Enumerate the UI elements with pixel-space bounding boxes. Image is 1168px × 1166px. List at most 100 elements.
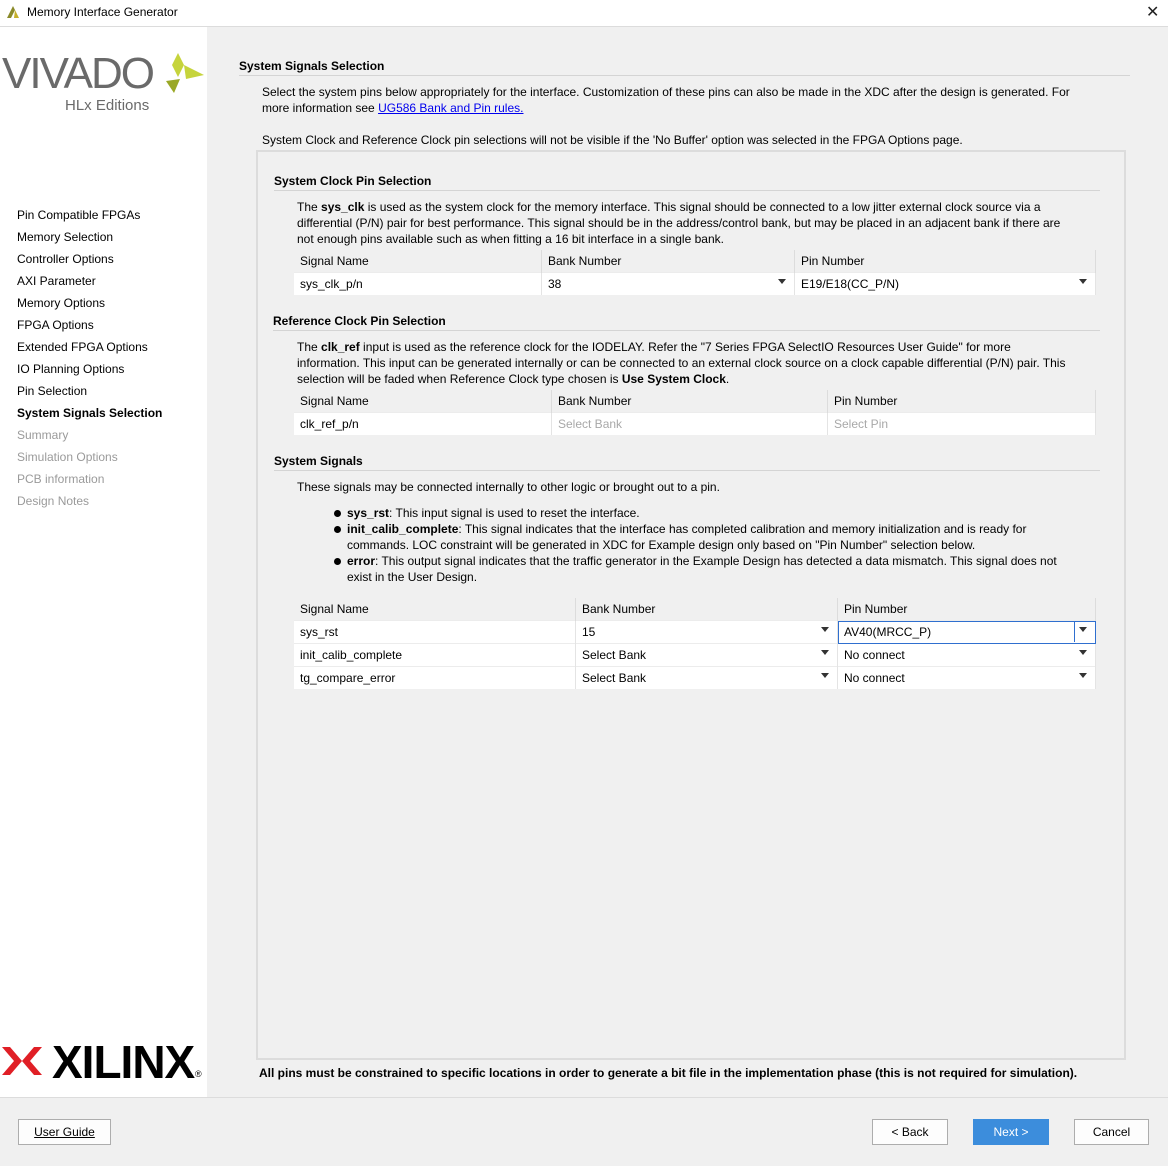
sidebar-item[interactable]: Pin Selection [17,384,87,398]
text: : This signal indicates that the interfa… [458,522,1027,536]
column-header: Signal Name [294,598,576,621]
intro-line-2: more information see [262,101,379,115]
pin-number-dropdown[interactable]: No connect [837,643,1096,667]
use-system-clock-term: Use System Clock [621,372,726,386]
sidebar: VIVADO HLx Editions Pin Compatible FPGAs… [0,27,207,1097]
sidebar-item: PCB information [17,472,105,486]
text: : This output signal indicates that the … [375,554,1057,568]
intro-line-1: Select the system pins below appropriate… [262,85,1070,99]
pin-number-dropdown[interactable]: E19/E18(CC_P/N) [794,272,1096,295]
table-header: Signal Name Bank Number Pin Number [294,250,1096,273]
user-guide-button[interactable]: User Guide [18,1119,111,1145]
pin-value: AV40(MRCC_P) [844,625,932,639]
text: differential (P/N) pair for best perform… [297,216,1061,230]
button-label: User Guide [34,1125,95,1139]
ref-clock-heading: Reference Clock Pin Selection [273,314,446,328]
pin-number-dropdown[interactable]: AV40(MRCC_P) [837,620,1096,644]
signal-term: init_calib_complete [347,522,459,536]
chevron-down-icon [821,627,829,632]
signal-bullet-list: sys_rst: This input signal is used to re… [334,505,1094,585]
bank-number-dropdown[interactable]: 38 [541,272,795,295]
signal-name-cell: sys_rst [294,620,576,644]
xilinx-x-icon [2,1047,42,1075]
text: The [297,340,322,354]
pin-value: E19/E18(CC_P/N) [801,277,900,291]
bank-number-dropdown: Select Bank [551,412,828,435]
list-item: init_calib_complete: This signal indicat… [334,521,1094,553]
xilinx-wordmark: XILINX [52,1036,195,1088]
bank-value: 38 [548,277,562,291]
sidebar-item[interactable]: Memory Selection [17,230,113,244]
divider [273,330,1100,331]
text: is used as the system clock for the memo… [364,200,1041,214]
close-icon[interactable]: ✕ [1146,2,1159,22]
xilinx-logo: XILINX ® [2,1036,207,1088]
sys-clock-heading: System Clock Pin Selection [274,174,432,188]
registered-mark-icon: ® [195,1069,202,1079]
bullet-icon [334,526,341,533]
bullet-icon [334,510,341,517]
hlx-editions-label: HLx Editions [65,97,150,114]
chevron-down-icon [821,673,829,678]
vivado-leaf-icon [166,53,204,93]
signal-term: sys_rst [347,506,390,520]
text: . [725,372,730,386]
cancel-button[interactable]: Cancel [1074,1119,1149,1145]
bank-value: Select Bank [582,671,647,685]
sys-clk-term: sys_clk [321,200,365,214]
text: : This input signal is used to reset the… [389,506,640,520]
chevron-down-icon [1079,650,1087,655]
sidebar-item[interactable]: Extended FPGA Options [17,340,148,354]
next-button[interactable]: Next > [973,1119,1049,1145]
column-header: Pin Number [827,390,1096,413]
text: information. This input can be generated… [297,356,1066,370]
bank-number-dropdown[interactable]: Select Bank [575,643,838,667]
ref-clock-description: The clk_ref input is used as the referen… [297,339,1097,387]
sidebar-item[interactable]: FPGA Options [17,318,94,332]
table-row: sys_rst 15 AV40(MRCC_P) [294,620,1096,644]
chevron-down-icon [821,650,829,655]
bank-value: 15 [582,625,596,639]
vivado-logo: VIVADO HLx Editions [2,49,207,119]
system-signals-table: Signal Name Bank Number Pin Number sys_r… [294,598,1096,689]
sidebar-item[interactable]: Pin Compatible FPGAs [17,208,140,222]
ug586-link[interactable]: UG586 Bank and Pin rules. [378,101,523,115]
sidebar-item[interactable]: IO Planning Options [17,362,124,376]
sys-clock-table: Signal Name Bank Number Pin Number sys_c… [294,250,1096,295]
table-row: clk_ref_p/n Select Bank Select Pin [294,412,1096,435]
sidebar-item[interactable]: Memory Options [17,296,105,310]
signal-name-cell: clk_ref_p/n [294,412,552,435]
button-label: Next > [993,1125,1029,1139]
column-header: Signal Name [294,390,552,413]
system-signals-description: These signals may be connected internall… [297,480,720,494]
bank-number-dropdown[interactable]: Select Bank [575,666,838,689]
sidebar-item: Simulation Options [17,450,118,464]
text: commands. LOC constraint will be generat… [347,538,976,552]
sidebar-item[interactable]: Controller Options [17,252,114,266]
title-bar: Memory Interface Generator ✕ [0,0,1168,27]
signal-name-cell: tg_compare_error [294,666,576,689]
signal-name-cell: sys_clk_p/n [294,272,542,295]
sidebar-item[interactable]: AXI Parameter [17,274,96,288]
button-label: Cancel [1092,1125,1131,1139]
chevron-down-icon [1079,279,1087,284]
divider [239,75,1130,76]
column-header: Bank Number [575,598,838,621]
table-row: tg_compare_error Select Bank No connect [294,666,1096,689]
divider [274,190,1100,191]
bank-number-dropdown[interactable]: 15 [575,620,838,644]
text: selection will be faded when Reference C… [297,372,622,386]
vivado-app-icon [7,6,19,18]
pin-number-dropdown[interactable]: No connect [837,666,1096,689]
intro-text: Select the system pins below appropriate… [262,84,1122,116]
table-header: Signal Name Bank Number Pin Number [294,390,1096,413]
list-item: sys_rst: This input signal is used to re… [334,505,1094,521]
column-header: Signal Name [294,250,542,273]
constraint-note: All pins must be constrained to specific… [259,1066,1078,1080]
chevron-down-icon [778,279,786,284]
no-buffer-note: System Clock and Reference Clock pin sel… [262,133,963,147]
column-header: Pin Number [837,598,1096,621]
sidebar-item[interactable]: System Signals Selection [17,406,162,420]
text: exist in the User Design. [347,570,478,584]
back-button[interactable]: < Back [872,1119,948,1145]
